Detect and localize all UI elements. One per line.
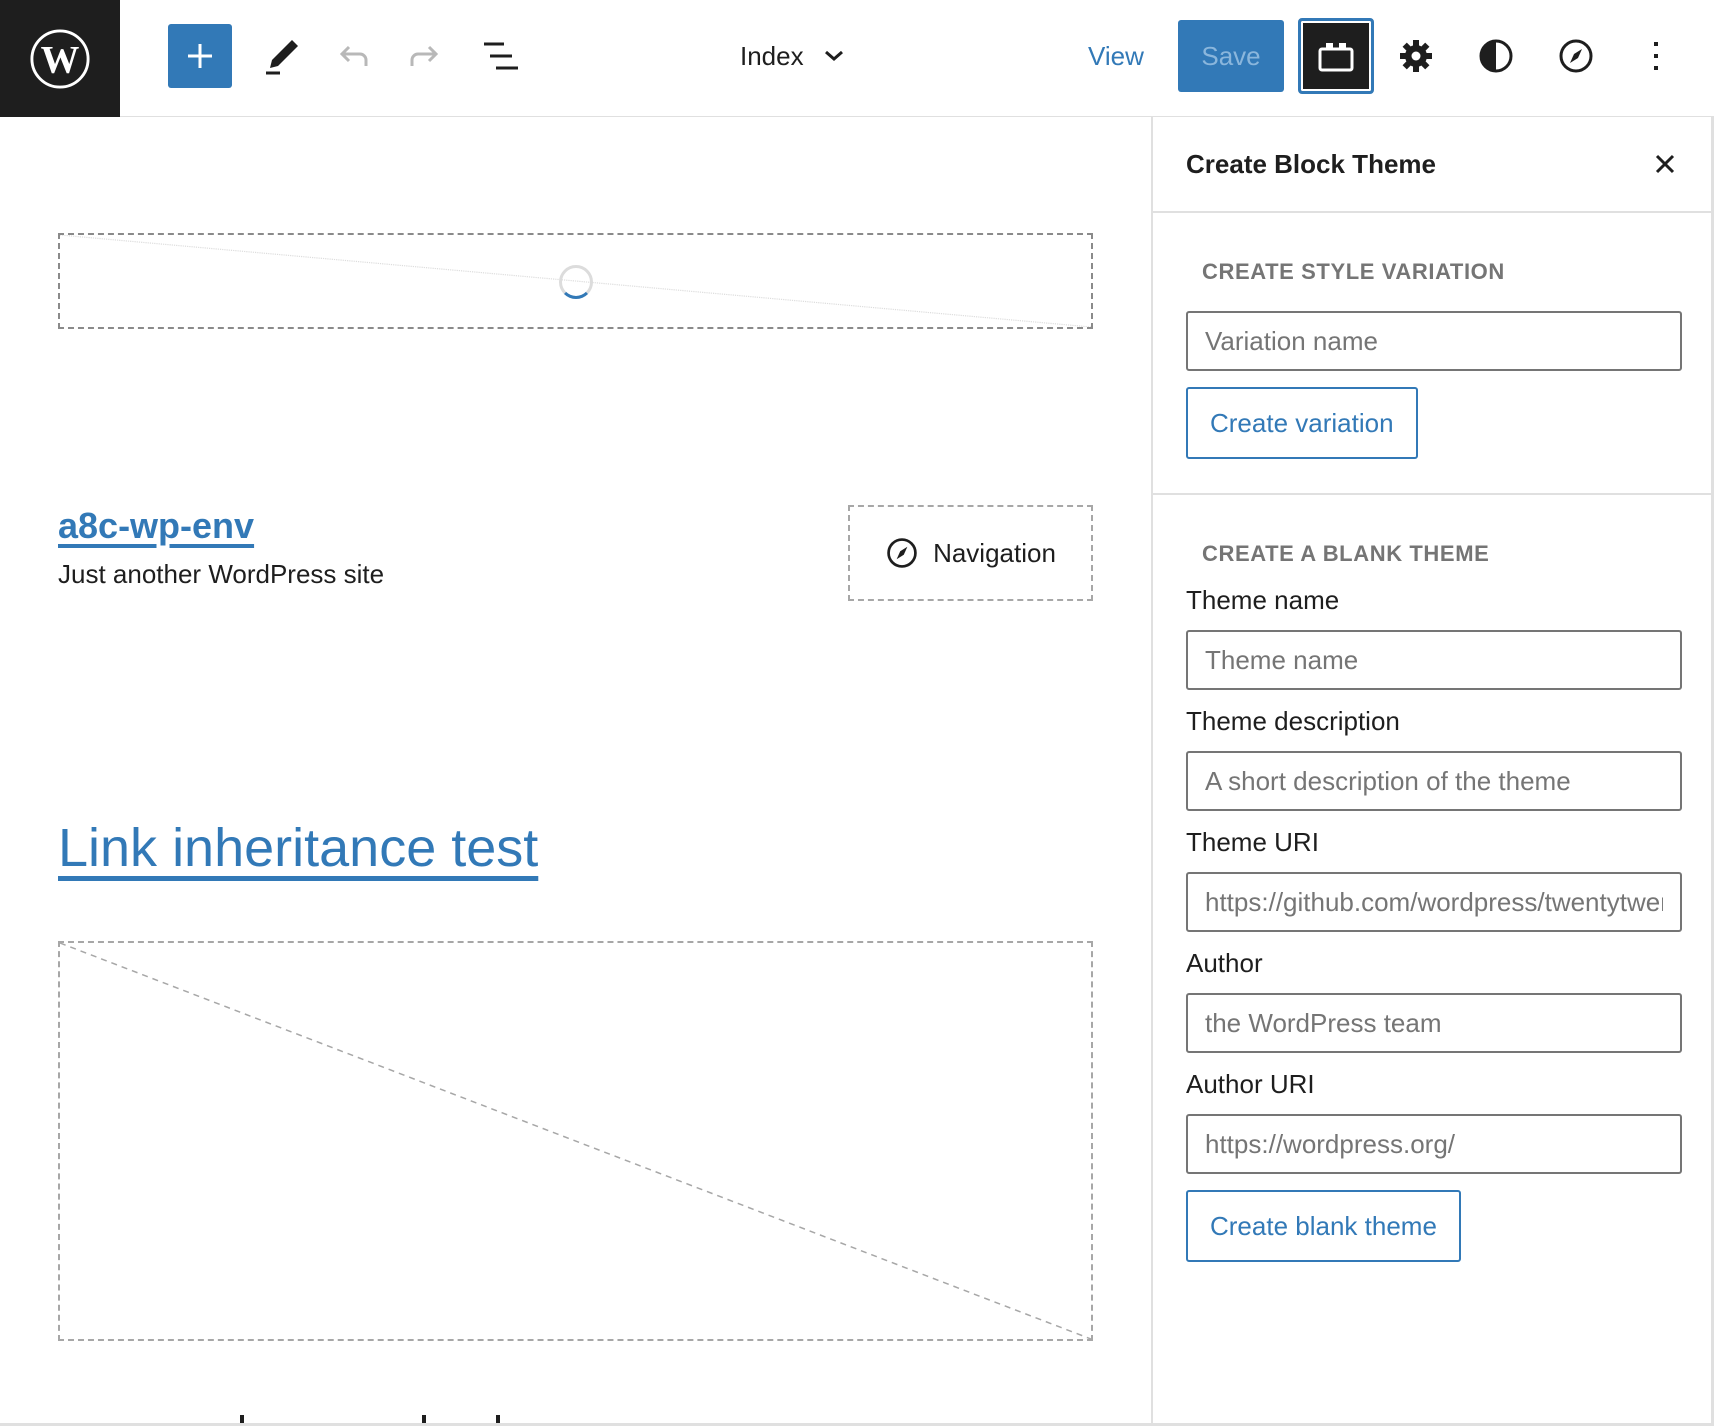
document-title: Index [740, 40, 804, 71]
navigation-label: Navigation [933, 537, 1056, 568]
close-icon [1655, 154, 1675, 174]
document-title-dropdown[interactable]: Index [740, 30, 846, 82]
add-block-button[interactable] [168, 24, 232, 88]
list-view-button[interactable] [474, 30, 526, 82]
author-uri-label: Author URI [1186, 1069, 1315, 1099]
create-blank-theme-button[interactable]: Create blank theme [1186, 1190, 1461, 1262]
styles-button[interactable] [1470, 30, 1522, 82]
compass-icon [887, 538, 917, 568]
post-title-link[interactable]: Link inheritance test [58, 817, 538, 879]
chevron-down-icon [824, 50, 843, 61]
author-input[interactable] [1186, 993, 1682, 1053]
save-button[interactable]: Save [1178, 20, 1284, 92]
variation-name-input[interactable] [1186, 311, 1682, 371]
create-block-theme-sidebar: Create Block Theme CREATE STYLE VARIATIO… [1151, 117, 1714, 1426]
style-variation-heading: CREATE STYLE VARIATION [1202, 259, 1505, 284]
site-title-link[interactable]: a8c-wp-env [58, 505, 254, 547]
create-variation-button[interactable]: Create variation [1186, 387, 1418, 459]
close-sidebar-button[interactable] [1645, 144, 1685, 184]
navigation-block[interactable]: Navigation [848, 505, 1093, 601]
gear-icon [1400, 40, 1432, 72]
redo-icon [410, 45, 439, 66]
site-tagline: Just another WordPress site [58, 559, 385, 589]
plus-icon [188, 44, 212, 68]
author-uri-input[interactable] [1186, 1114, 1682, 1174]
theme-uri-input[interactable] [1186, 872, 1682, 932]
undo-button[interactable] [328, 30, 380, 82]
theme-uri-label: Theme URI [1186, 827, 1319, 857]
settings-button[interactable] [1390, 30, 1442, 82]
sidebar-header: Create Block Theme [1153, 117, 1711, 213]
editor-header: W Index View Save [0, 0, 1714, 117]
compass-icon [1559, 39, 1593, 73]
wordpress-logo-icon: W [30, 28, 90, 89]
svg-text:W: W [41, 38, 80, 81]
editor-canvas[interactable]: a8c-wp-env Just another WordPress site N… [0, 117, 1151, 1426]
theme-name-label: Theme name [1186, 585, 1340, 615]
theme-description-label: Theme description [1186, 706, 1400, 736]
theme-description-input[interactable] [1186, 751, 1682, 811]
loading-spinner [558, 265, 593, 299]
header-image-placeholder[interactable] [58, 233, 1093, 329]
navigation-button[interactable] [1550, 30, 1602, 82]
placeholder-diagonal [60, 943, 1091, 1339]
featured-image-placeholder[interactable] [58, 941, 1093, 1341]
blank-theme-section: CREATE A BLANK THEME Theme name Theme de… [1153, 495, 1711, 1262]
sidebar-title: Create Block Theme [1186, 148, 1436, 179]
wordpress-logo-button[interactable]: W [0, 0, 120, 117]
create-block-theme-button[interactable] [1298, 18, 1374, 94]
undo-icon [339, 45, 368, 66]
theme-name-input[interactable] [1186, 630, 1682, 690]
view-button[interactable]: View [1088, 36, 1144, 76]
more-options-button[interactable] [1630, 30, 1682, 82]
list-view-icon [484, 42, 518, 70]
pencil-icon [266, 40, 298, 75]
author-label: Author [1186, 948, 1263, 978]
redo-button[interactable] [398, 30, 450, 82]
style-variation-section: CREATE STYLE VARIATION Create variation [1153, 213, 1711, 495]
blank-theme-heading: CREATE A BLANK THEME [1202, 541, 1490, 566]
contrast-icon [1479, 39, 1513, 73]
edit-tool-button[interactable] [256, 30, 308, 82]
create-block-theme-icon [1318, 43, 1354, 72]
more-vertical-icon [1654, 42, 1658, 70]
